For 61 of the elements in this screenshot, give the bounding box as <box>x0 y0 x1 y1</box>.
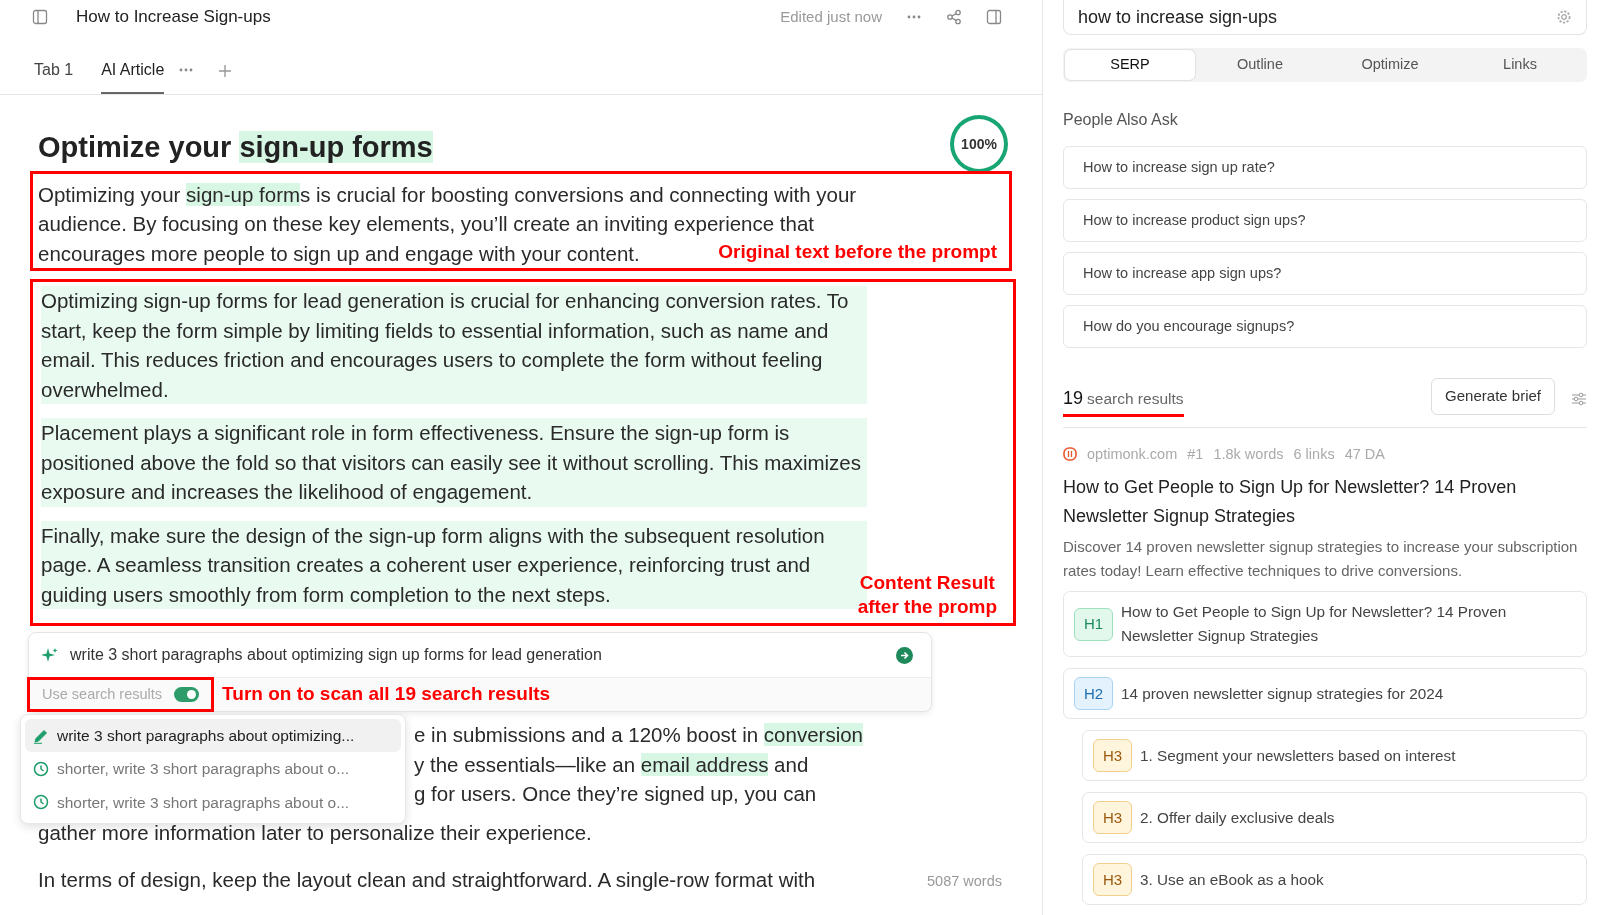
history-item[interactable]: write 3 short paragraphs about optimizing... <box>25 719 401 753</box>
annotation-label: Turn on to scan all 19 search results <box>222 682 551 707</box>
toggle-label: Use search results <box>42 684 163 704</box>
panel-tab[interactable]: Optimize <box>1325 50 1455 80</box>
result-rank: #1 <box>1187 444 1204 464</box>
site-favicon-icon <box>1063 447 1077 462</box>
section-title: People Also Ask <box>1063 110 1179 130</box>
outline-text: How to Get People to Sign Up for Newsletter? 14 Proven Newsletter Signup Strategies <box>1121 602 1508 647</box>
document-title: How to Increase Sign-ups <box>76 6 271 29</box>
document-tab[interactable]: Tab 1 <box>34 58 74 94</box>
document-tab[interactable]: AI Article <box>101 58 165 94</box>
panel-tab[interactable]: Links <box>1455 50 1585 80</box>
clock-icon <box>33 794 49 811</box>
word-count-stat: 1.8k words <box>1213 444 1284 464</box>
history-item[interactable]: shorter, write 3 short paragraphs about o... <box>25 752 401 786</box>
pencil-icon <box>33 727 49 744</box>
text-line: gather more information later to personalize their experience. <box>38 819 592 846</box>
generated-paragraph: Optimizing sign-up forms for lead generation is crucial for enhancing conversion rates. To start, keep the form simple by limiting fields to essential information, such as name and email. This reduces friction and encourages users to complete the form without feeling overwhelmed. <box>41 286 867 405</box>
authority-stat: 47 DA <box>1344 444 1385 464</box>
heading-level-tag: H3 <box>1093 801 1132 835</box>
annotation-label: Original text before the prompt <box>718 239 997 264</box>
generated-paragraph: Placement plays a significant role in form effectiveness. Ensure the sign-up form is positioned above the fold so that visitors can easily see it without scrolling. This maximizes exposure and increases the likelihood of engagement. <box>41 418 867 507</box>
edit-status: Edited just now <box>780 6 882 27</box>
results-label: search results <box>1087 388 1184 409</box>
panel-tab[interactable]: SERP <box>1065 50 1195 80</box>
search-results-toggle[interactable] <box>174 687 200 703</box>
paragraph: In terms of design, keep the layout clean and straightforward. A single-row format with <box>38 867 817 894</box>
results-count: 19 <box>1063 386 1084 410</box>
annotation-line: Content Result <box>858 571 996 596</box>
sliders-icon[interactable] <box>1571 390 1587 407</box>
heading-level-tag: H3 <box>1093 739 1132 773</box>
settings-icon[interactable] <box>1556 9 1572 25</box>
outline-text: 2. Offer daily exclusive deals <box>1140 807 1335 828</box>
outline-text: 3. Use an eBook as a hook <box>1140 869 1324 890</box>
add-tab-icon[interactable] <box>218 64 233 78</box>
outline-text: 1. Segment your newsletters based on interest <box>1140 745 1456 766</box>
annotation-line: after the promp <box>857 595 997 620</box>
sidebar-toggle-icon[interactable] <box>32 9 48 25</box>
generate-brief-button[interactable]: Generate brief <box>1431 378 1555 415</box>
score-value: 100% <box>954 119 1004 169</box>
share-icon[interactable] <box>946 9 962 25</box>
question-item[interactable]: How to increase product sign ups? <box>1063 199 1587 242</box>
outline-text: 14 proven newsletter signup strategies for 2024 <box>1121 683 1444 704</box>
heading-level-tag: H2 <box>1074 677 1113 711</box>
result-title[interactable]: How to Get People to Sign Up for Newsletter? 14 Proven Newsletter Signup Strategies <box>1063 473 1587 532</box>
prompt-text: write 3 short paragraphs about optimizing sign up forms for lead generation <box>70 645 603 666</box>
panel-toggle-icon[interactable] <box>986 9 1002 25</box>
heading-level-tag: H1 <box>1074 607 1113 641</box>
clock-icon <box>33 761 49 778</box>
word-count: 5087 words <box>927 872 1002 892</box>
text-line: g for users. Once they’re signed up, you can <box>414 781 817 808</box>
text-line: e in submissions and a 120% boost in conversion <box>414 722 863 749</box>
links-stat: 6 links <box>1293 444 1335 464</box>
result-description: Discover 14 proven newsletter signup strategies to increase your subscription rates today! Learn effective techniques to drive conversions. <box>1063 537 1579 582</box>
heading-level-tag: H3 <box>1093 863 1132 897</box>
question-item[interactable]: How to increase app sign ups? <box>1063 252 1587 295</box>
panel-tab[interactable]: Outline <box>1195 50 1325 80</box>
question-item[interactable]: How do you encourage signups? <box>1063 305 1587 348</box>
question-item[interactable]: How to increase sign up rate? <box>1063 146 1587 189</box>
history-item[interactable]: shorter, write 3 short paragraphs about o... <box>25 785 401 819</box>
text-line: y the essentials—like an email address and <box>414 751 809 778</box>
